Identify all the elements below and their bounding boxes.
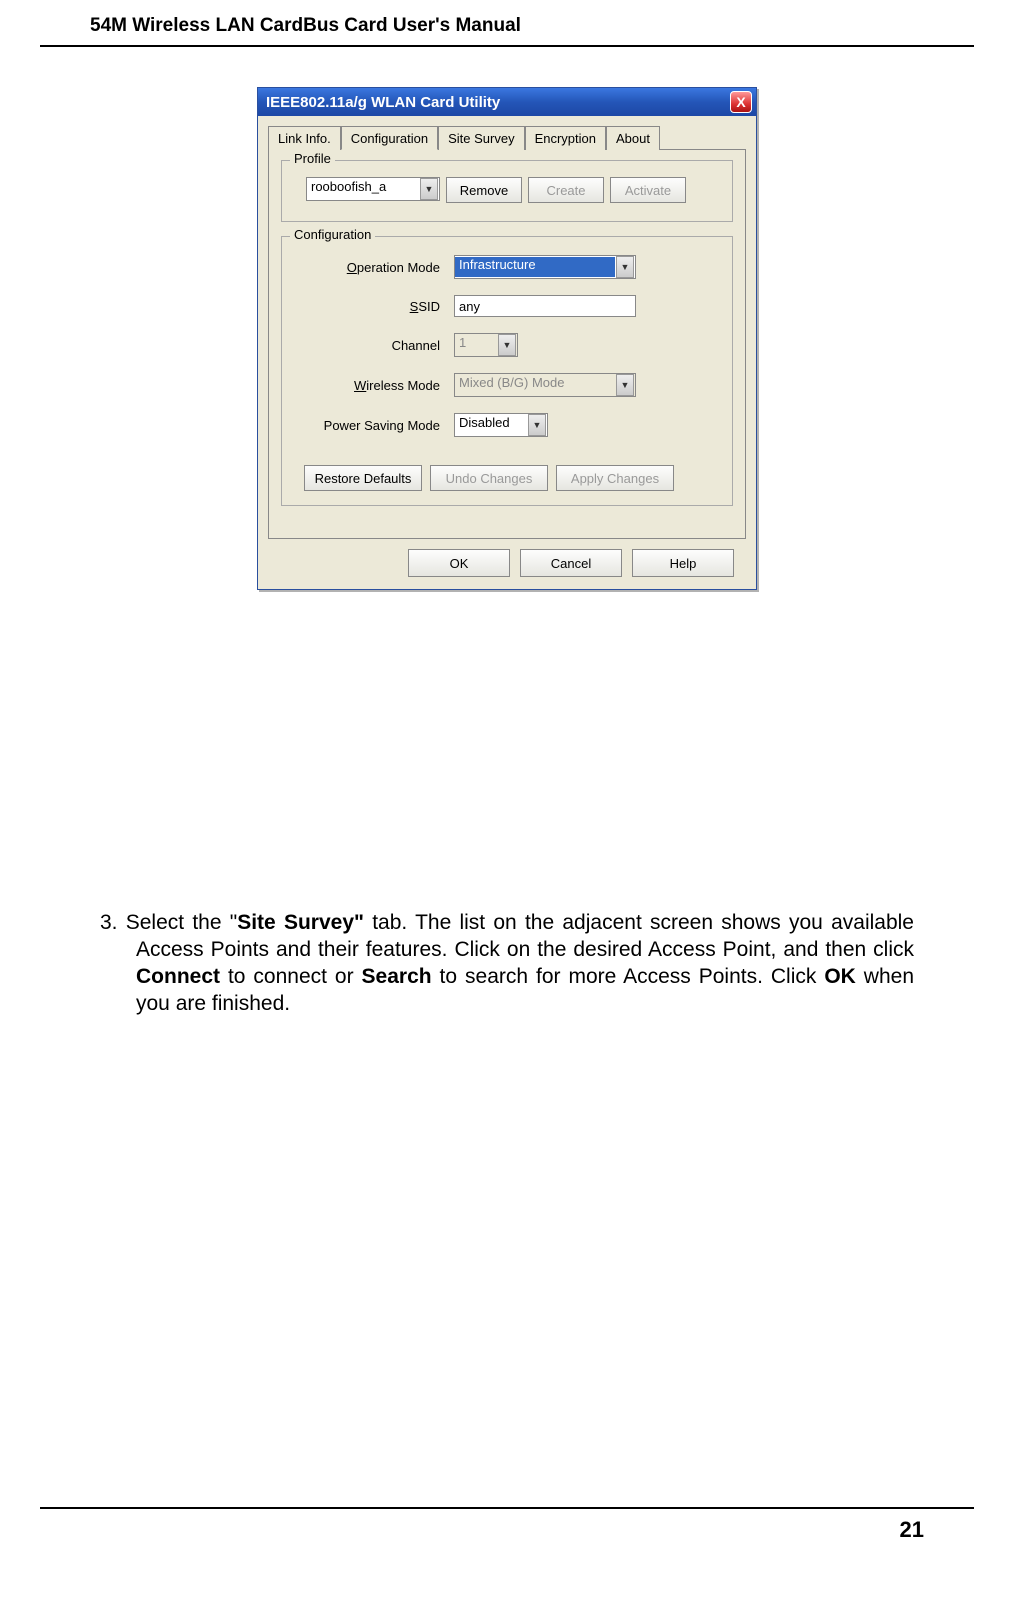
bold-site-survey: Site Survey" xyxy=(237,911,364,934)
tab-panel-configuration: Profile rooboofish_a ▼ Remove Create Act… xyxy=(268,149,746,539)
tab-link-info[interactable]: Link Info. xyxy=(268,126,341,150)
wireless-mode-label: Wireless Mode xyxy=(304,378,454,393)
tab-configuration[interactable]: Configuration xyxy=(341,126,438,150)
create-button[interactable]: Create xyxy=(528,177,604,203)
ok-button[interactable]: OK xyxy=(408,549,510,577)
chevron-down-icon: ▼ xyxy=(498,334,516,356)
instruction-item: 3. Select the "Site Survey" tab. The lis… xyxy=(100,910,914,1018)
chevron-down-icon: ▼ xyxy=(528,414,546,436)
page-footer: 21 xyxy=(40,1507,974,1558)
dialog-body: Link Info. Configuration Site Survey Enc… xyxy=(258,116,756,589)
tab-encryption[interactable]: Encryption xyxy=(525,126,606,150)
instruction-text-1: Select the " xyxy=(118,911,238,934)
power-saving-mode-value: Disabled xyxy=(455,415,527,435)
channel-value: 1 xyxy=(455,335,497,355)
channel-label: Channel xyxy=(304,338,454,353)
help-button[interactable]: Help xyxy=(632,549,734,577)
title-bar-text: IEEE802.11a/g WLAN Card Utility xyxy=(266,94,500,111)
bold-ok: OK xyxy=(824,965,856,988)
content-area: IEEE802.11a/g WLAN Card Utility X Link I… xyxy=(0,47,1014,1507)
dialog-window: IEEE802.11a/g WLAN Card Utility X Link I… xyxy=(257,87,757,590)
instruction-block: 3. Select the "Site Survey" tab. The lis… xyxy=(40,910,974,1018)
ssid-input[interactable] xyxy=(454,295,636,317)
screenshot-wrap: IEEE802.11a/g WLAN Card Utility X Link I… xyxy=(40,87,974,590)
dialog-button-row: OK Cancel Help xyxy=(268,539,746,577)
wireless-mode-combo: Mixed (B/G) Mode ▼ xyxy=(454,373,636,397)
config-grid: Operation Mode Infrastructure ▼ SSID Cha… xyxy=(294,247,720,451)
channel-combo: 1 ▼ xyxy=(454,333,518,357)
operation-mode-combo[interactable]: Infrastructure ▼ xyxy=(454,255,636,279)
cancel-button[interactable]: Cancel xyxy=(520,549,622,577)
wireless-mode-value: Mixed (B/G) Mode xyxy=(455,375,615,395)
page-header: 54M Wireless LAN CardBus Card User's Man… xyxy=(40,0,974,47)
configuration-legend: Configuration xyxy=(290,227,375,242)
tab-strip: Link Info. Configuration Site Survey Enc… xyxy=(268,126,746,150)
undo-changes-button[interactable]: Undo Changes xyxy=(430,465,548,491)
apply-changes-button[interactable]: Apply Changes xyxy=(556,465,674,491)
operation-mode-value: Infrastructure xyxy=(455,257,615,277)
config-button-row: Restore Defaults Undo Changes Apply Chan… xyxy=(294,465,720,491)
configuration-fieldset: Configuration Operation Mode Infrastruct… xyxy=(281,236,733,506)
profile-row: rooboofish_a ▼ Remove Create Activate xyxy=(294,171,720,207)
activate-button[interactable]: Activate xyxy=(610,177,686,203)
tab-about[interactable]: About xyxy=(606,126,660,150)
remove-button[interactable]: Remove xyxy=(446,177,522,203)
instruction-text-3: to connect or xyxy=(220,965,362,988)
bold-search: Search xyxy=(362,965,432,988)
profile-combo-value: rooboofish_a xyxy=(307,179,419,199)
profile-combo[interactable]: rooboofish_a ▼ xyxy=(306,177,440,201)
tab-site-survey[interactable]: Site Survey xyxy=(438,126,524,150)
power-saving-mode-label: Power Saving Mode xyxy=(304,418,454,433)
instruction-number: 3. xyxy=(100,911,118,934)
profile-legend: Profile xyxy=(290,151,335,166)
bold-connect: Connect xyxy=(136,965,220,988)
power-saving-mode-combo[interactable]: Disabled ▼ xyxy=(454,413,548,437)
operation-mode-label: Operation Mode xyxy=(304,260,454,275)
restore-defaults-button[interactable]: Restore Defaults xyxy=(304,465,422,491)
instruction-text-4: to search for more Access Points. Click xyxy=(432,965,825,988)
chevron-down-icon: ▼ xyxy=(420,178,438,200)
title-bar: IEEE802.11a/g WLAN Card Utility X xyxy=(258,88,756,116)
chevron-down-icon: ▼ xyxy=(616,374,634,396)
close-button[interactable]: X xyxy=(730,91,752,113)
profile-fieldset: Profile rooboofish_a ▼ Remove Create Act… xyxy=(281,160,733,222)
chevron-down-icon: ▼ xyxy=(616,256,634,278)
ssid-label: SSID xyxy=(304,299,454,314)
